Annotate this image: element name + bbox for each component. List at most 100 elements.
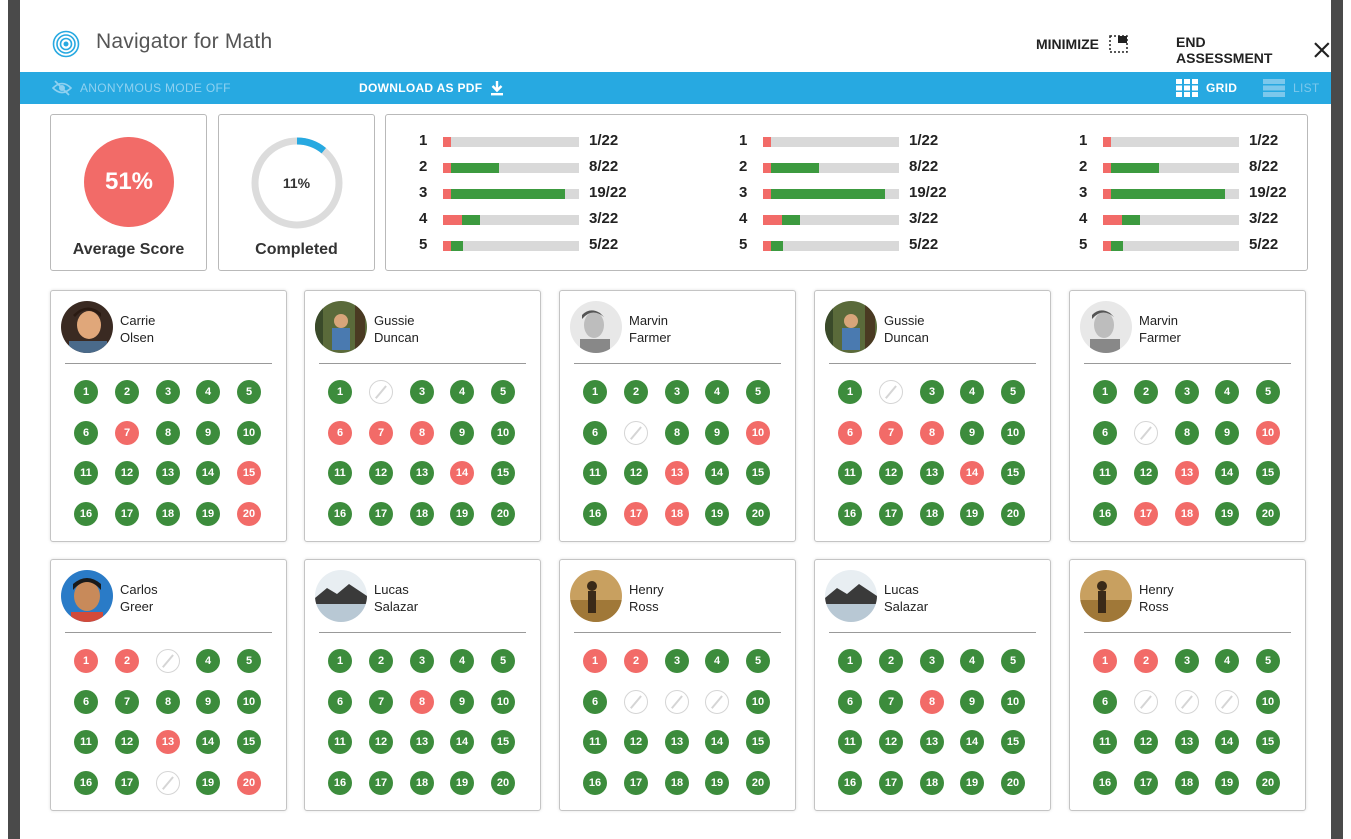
- answer-skipped-bubble[interactable]: [156, 771, 180, 795]
- answer-correct-bubble[interactable]: 17: [1134, 771, 1158, 795]
- answer-correct-bubble[interactable]: 1: [583, 380, 607, 404]
- answer-correct-bubble[interactable]: 15: [237, 730, 261, 754]
- student-card[interactable]: Gussie Duncan 1 3 4 5 6 7 8 9 10 11 12 13 14 15 16 17 18 19…: [814, 290, 1051, 542]
- answer-incorrect-bubble[interactable]: 8: [410, 421, 434, 445]
- student-card[interactable]: Marvin Farmer 1 2 3 4 5 6 8 9 10 11 12 13 14 15 16 17 18 19…: [1069, 290, 1306, 542]
- answer-correct-bubble[interactable]: 10: [491, 690, 515, 714]
- answer-incorrect-bubble[interactable]: 18: [1175, 502, 1199, 526]
- answer-correct-bubble[interactable]: 20: [491, 502, 515, 526]
- list-view-button[interactable]: LIST: [1263, 72, 1320, 104]
- answer-correct-bubble[interactable]: 13: [156, 461, 180, 485]
- answer-correct-bubble[interactable]: 11: [838, 461, 862, 485]
- answer-correct-bubble[interactable]: 18: [410, 771, 434, 795]
- answer-correct-bubble[interactable]: 1: [328, 380, 352, 404]
- answer-incorrect-bubble[interactable]: 6: [328, 421, 352, 445]
- answer-correct-bubble[interactable]: 20: [1001, 771, 1025, 795]
- student-card[interactable]: Marvin Farmer 1 2 3 4 5 6 8 9 10 11 12 13 14 15 16 17 18 19…: [559, 290, 796, 542]
- answer-correct-bubble[interactable]: 5: [1256, 649, 1280, 673]
- answer-incorrect-bubble[interactable]: 17: [624, 502, 648, 526]
- answer-skipped-bubble[interactable]: [1134, 421, 1158, 445]
- answer-incorrect-bubble[interactable]: 1: [1093, 649, 1117, 673]
- answer-correct-bubble[interactable]: 5: [1001, 380, 1025, 404]
- answer-correct-bubble[interactable]: 15: [1256, 730, 1280, 754]
- answer-correct-bubble[interactable]: 2: [369, 649, 393, 673]
- answer-correct-bubble[interactable]: 8: [1175, 421, 1199, 445]
- answer-incorrect-bubble[interactable]: 8: [410, 690, 434, 714]
- answer-correct-bubble[interactable]: 5: [491, 649, 515, 673]
- answer-correct-bubble[interactable]: 13: [920, 730, 944, 754]
- answer-correct-bubble[interactable]: 15: [1001, 461, 1025, 485]
- answer-correct-bubble[interactable]: 19: [196, 771, 220, 795]
- answer-correct-bubble[interactable]: 18: [665, 771, 689, 795]
- answer-correct-bubble[interactable]: 16: [838, 771, 862, 795]
- answer-incorrect-bubble[interactable]: 18: [665, 502, 689, 526]
- answer-correct-bubble[interactable]: 6: [1093, 690, 1117, 714]
- answer-incorrect-bubble[interactable]: 2: [1134, 649, 1158, 673]
- answer-correct-bubble[interactable]: 15: [491, 461, 515, 485]
- answer-correct-bubble[interactable]: 15: [1001, 730, 1025, 754]
- answer-correct-bubble[interactable]: 3: [1175, 380, 1199, 404]
- answer-correct-bubble[interactable]: 9: [960, 421, 984, 445]
- answer-correct-bubble[interactable]: 19: [1215, 771, 1239, 795]
- answer-correct-bubble[interactable]: 11: [74, 730, 98, 754]
- answer-correct-bubble[interactable]: 12: [624, 730, 648, 754]
- answer-correct-bubble[interactable]: 19: [196, 502, 220, 526]
- answer-correct-bubble[interactable]: 13: [410, 730, 434, 754]
- answer-correct-bubble[interactable]: 1: [74, 380, 98, 404]
- answer-correct-bubble[interactable]: 3: [410, 380, 434, 404]
- answer-correct-bubble[interactable]: 14: [1215, 730, 1239, 754]
- answer-skipped-bubble[interactable]: [624, 421, 648, 445]
- answer-correct-bubble[interactable]: 13: [1175, 730, 1199, 754]
- answer-correct-bubble[interactable]: 12: [879, 730, 903, 754]
- answer-correct-bubble[interactable]: 18: [920, 771, 944, 795]
- answer-incorrect-bubble[interactable]: 14: [960, 461, 984, 485]
- answer-incorrect-bubble[interactable]: 7: [879, 421, 903, 445]
- answer-incorrect-bubble[interactable]: 14: [450, 461, 474, 485]
- answer-correct-bubble[interactable]: 15: [746, 730, 770, 754]
- answer-correct-bubble[interactable]: 14: [196, 730, 220, 754]
- answer-incorrect-bubble[interactable]: 7: [115, 421, 139, 445]
- answer-correct-bubble[interactable]: 1: [838, 649, 862, 673]
- answer-correct-bubble[interactable]: 19: [960, 771, 984, 795]
- student-card[interactable]: Henry Ross 1 2 3 4 5 6 10 11 12 13 14 15 16 17 18 19 20: [1069, 559, 1306, 811]
- answer-correct-bubble[interactable]: 18: [920, 502, 944, 526]
- answer-correct-bubble[interactable]: 6: [838, 690, 862, 714]
- download-pdf-button[interactable]: DOWNLOAD AS PDF: [359, 72, 504, 104]
- answer-correct-bubble[interactable]: 20: [746, 771, 770, 795]
- answer-correct-bubble[interactable]: 12: [369, 730, 393, 754]
- answer-correct-bubble[interactable]: 4: [705, 649, 729, 673]
- answer-correct-bubble[interactable]: 4: [196, 380, 220, 404]
- answer-correct-bubble[interactable]: 4: [705, 380, 729, 404]
- answer-correct-bubble[interactable]: 12: [879, 461, 903, 485]
- answer-correct-bubble[interactable]: 16: [583, 502, 607, 526]
- answer-correct-bubble[interactable]: 1: [328, 649, 352, 673]
- answer-correct-bubble[interactable]: 6: [1093, 421, 1117, 445]
- answer-correct-bubble[interactable]: 3: [156, 380, 180, 404]
- answer-incorrect-bubble[interactable]: 10: [1256, 421, 1280, 445]
- answer-correct-bubble[interactable]: 13: [410, 461, 434, 485]
- answer-correct-bubble[interactable]: 4: [450, 380, 474, 404]
- answer-correct-bubble[interactable]: 11: [1093, 461, 1117, 485]
- answer-correct-bubble[interactable]: 3: [920, 649, 944, 673]
- answer-correct-bubble[interactable]: 5: [237, 649, 261, 673]
- answer-skipped-bubble[interactable]: [624, 690, 648, 714]
- answer-correct-bubble[interactable]: 2: [624, 380, 648, 404]
- answer-correct-bubble[interactable]: 16: [328, 502, 352, 526]
- answer-incorrect-bubble[interactable]: 8: [920, 421, 944, 445]
- answer-correct-bubble[interactable]: 7: [115, 690, 139, 714]
- answer-incorrect-bubble[interactable]: 13: [156, 730, 180, 754]
- answer-incorrect-bubble[interactable]: 1: [74, 649, 98, 673]
- answer-correct-bubble[interactable]: 11: [74, 461, 98, 485]
- answer-correct-bubble[interactable]: 10: [1256, 690, 1280, 714]
- answer-incorrect-bubble[interactable]: 2: [624, 649, 648, 673]
- answer-correct-bubble[interactable]: 16: [1093, 502, 1117, 526]
- answer-incorrect-bubble[interactable]: 2: [115, 649, 139, 673]
- end-assessment-button[interactable]: END ASSESSMENT: [1176, 34, 1331, 66]
- answer-correct-bubble[interactable]: 11: [328, 730, 352, 754]
- answer-incorrect-bubble[interactable]: 13: [665, 461, 689, 485]
- answer-correct-bubble[interactable]: 3: [665, 649, 689, 673]
- answer-correct-bubble[interactable]: 3: [920, 380, 944, 404]
- answer-correct-bubble[interactable]: 19: [450, 502, 474, 526]
- answer-correct-bubble[interactable]: 10: [237, 421, 261, 445]
- answer-correct-bubble[interactable]: 17: [369, 771, 393, 795]
